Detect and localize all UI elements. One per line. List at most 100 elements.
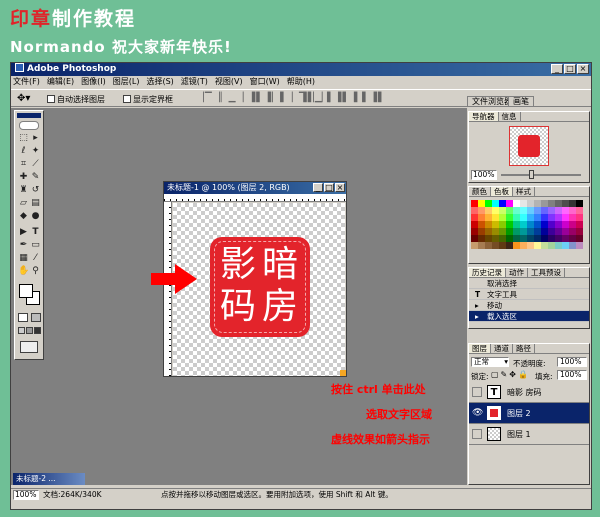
swatch-cell[interactable] [492,242,499,249]
menu-select[interactable]: 选择(S) [146,76,173,88]
swatch-cell[interactable] [541,221,548,228]
swatch-cell[interactable] [541,200,548,207]
visibility-box[interactable] [472,387,482,397]
dock-tab-brushes[interactable]: 画笔 [508,96,534,107]
navigator-zoom-slider[interactable] [501,174,581,176]
swatch-cell[interactable] [527,214,534,221]
swatch-cell[interactable] [499,242,506,249]
tab-swatches[interactable]: 色板 [491,187,513,196]
swatch-cell[interactable] [499,200,506,207]
swatch-cell[interactable] [548,200,555,207]
swatch-cell[interactable] [527,235,534,242]
history-item[interactable]: T 文字工具 [469,289,589,300]
swatch-cell[interactable] [562,242,569,249]
swatch-cell[interactable] [492,228,499,235]
swatch-cell[interactable] [576,228,583,235]
history-item[interactable]: 取消选择 [469,278,589,289]
tab-color[interactable]: 颜色 [469,187,491,196]
doc-maximize-button[interactable]: □ [324,183,334,192]
tab-paths[interactable]: 路径 [513,344,535,353]
swatch-cell[interactable] [499,207,506,214]
minimize-button[interactable]: _ [551,64,563,74]
swatch-cell[interactable] [562,221,569,228]
swatch-cell[interactable] [506,221,513,228]
swatch-cell[interactable] [541,228,548,235]
swatch-cell[interactable] [541,214,548,221]
swatch-cell[interactable] [478,207,485,214]
swatch-cell[interactable] [506,242,513,249]
stamp-tool-icon[interactable]: ♜ [18,185,29,196]
menu-window[interactable]: 窗口(W) [250,76,280,88]
hand-tool-icon[interactable]: ✋ [18,266,29,277]
menu-filter[interactable]: 滤镜(T) [181,76,208,88]
tab-history[interactable]: 历史记录 [469,268,506,277]
tab-styles[interactable]: 样式 [513,187,535,196]
swatch-cell[interactable] [492,235,499,242]
swatch-cell[interactable] [506,235,513,242]
fill-field[interactable]: 100% [557,370,587,380]
swatch-cell[interactable] [506,200,513,207]
swatch-cell[interactable] [562,200,569,207]
swatch-cell[interactable] [569,207,576,214]
swatch-cell[interactable] [478,235,485,242]
swatch-cell[interactable] [527,228,534,235]
swatch-cell[interactable] [520,221,527,228]
swatch-cell[interactable] [576,221,583,228]
swatch-cell[interactable] [499,221,506,228]
swatch-cell[interactable] [534,221,541,228]
swatch-cell[interactable] [478,200,485,207]
swatch-cell[interactable] [527,200,534,207]
swatch-cell[interactable] [534,242,541,249]
swatch-cell[interactable] [555,242,562,249]
marquee-tool-icon[interactable]: ⬚ [18,133,29,144]
swatch-grid[interactable] [471,200,583,249]
swatch-cell[interactable] [548,228,555,235]
tab-layers[interactable]: 图层 [469,344,491,353]
history-item[interactable]: ▸ 移动 [469,300,589,311]
swatch-cell[interactable] [485,242,492,249]
tab-navigator[interactable]: 导航器 [469,112,499,121]
swatch-cell[interactable] [569,214,576,221]
dodge-tool-icon[interactable]: ● [30,211,41,222]
swatch-cell[interactable] [513,200,520,207]
swatch-cell[interactable] [478,214,485,221]
swatch-cell[interactable] [492,207,499,214]
swatch-cell[interactable] [478,228,485,235]
swatch-cell[interactable] [576,200,583,207]
swatch-cell[interactable] [478,221,485,228]
zoom-tool-icon[interactable]: ⚲ [30,266,41,277]
gradient-tool-icon[interactable]: ▤ [30,198,41,209]
swatch-cell[interactable] [520,214,527,221]
layer-row[interactable]: 图层 1 [469,424,589,445]
swatch-cell[interactable] [562,228,569,235]
swatch-cell[interactable] [548,214,555,221]
swatch-cell[interactable] [555,235,562,242]
swatch-cell[interactable] [555,228,562,235]
swatch-cell[interactable] [492,200,499,207]
blend-mode-select[interactable]: 正常 ▾ [471,357,509,367]
swatch-cell[interactable] [534,207,541,214]
menu-layer[interactable]: 图层(L) [113,76,140,88]
swatch-cell[interactable] [548,242,555,249]
magic-wand-tool-icon[interactable]: ✦ [30,146,41,157]
swatch-cell[interactable] [485,235,492,242]
swatch-cell[interactable] [513,228,520,235]
swatch-cell[interactable] [555,214,562,221]
swatch-cell[interactable] [569,200,576,207]
menu-image[interactable]: 图像(I) [81,76,106,88]
swatch-cell[interactable] [485,214,492,221]
navigator-slider-thumb[interactable] [529,170,534,179]
status-zoom-field[interactable]: 100% [13,490,39,500]
lock-buttons-icon[interactable]: ▢✎✥🔒 [491,370,530,379]
menu-edit[interactable]: 编辑(E) [47,76,74,88]
menu-file[interactable]: 文件(F) [13,76,40,88]
swatch-cell[interactable] [520,235,527,242]
swatch-cell[interactable] [562,214,569,221]
crop-tool-icon[interactable]: ⌗ [18,159,29,170]
standard-mode-icon[interactable] [18,313,28,322]
shape-tool-icon[interactable]: ▭ [30,240,41,251]
swatch-cell[interactable] [548,235,555,242]
swatch-cell[interactable] [576,235,583,242]
resize-grip[interactable] [340,370,346,376]
maximize-button[interactable]: □ [564,64,576,74]
